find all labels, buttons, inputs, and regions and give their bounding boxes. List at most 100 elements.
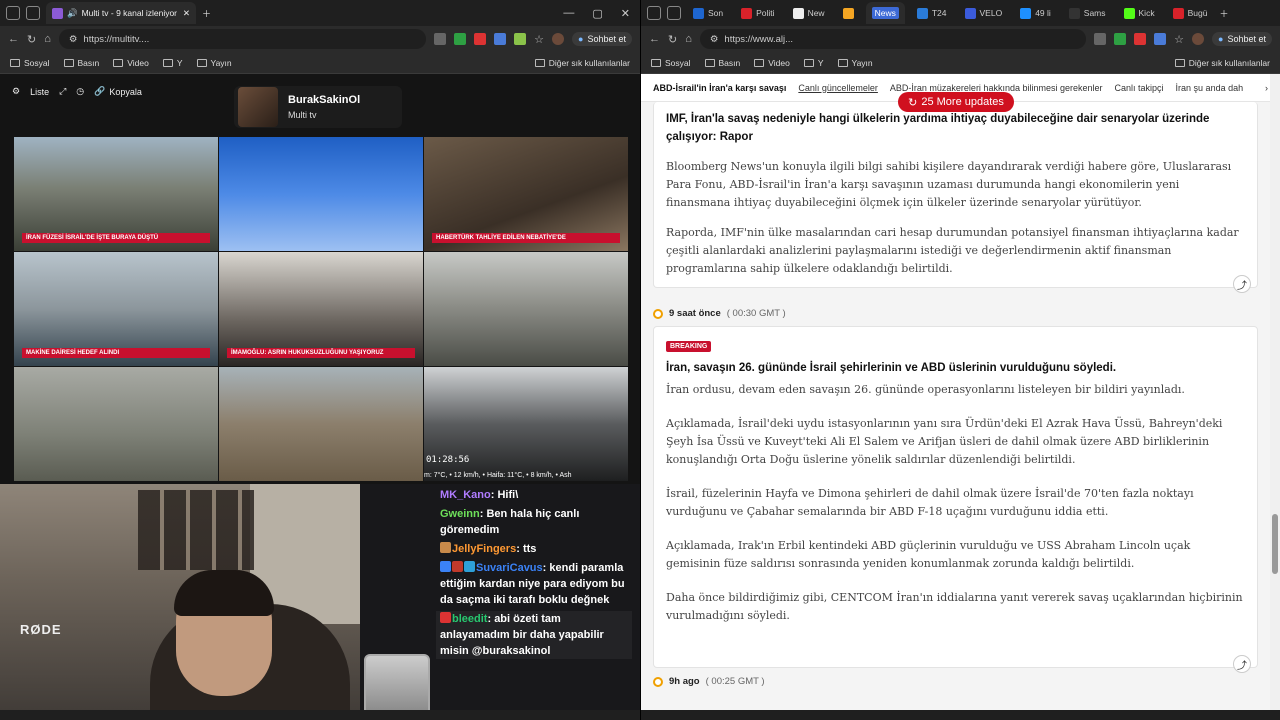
close-window-icon[interactable]: ✕ [621,7,630,20]
back-icon[interactable]: ← [649,33,660,45]
workspace-icon[interactable] [6,6,20,20]
tab-multitv[interactable]: 🔊 Multi tv - 9 kanal izleniyor ✕ [46,2,196,24]
tab-title: VELO [979,8,1003,18]
back-icon[interactable]: ← [8,33,19,45]
chevron-right-icon[interactable]: › [1265,83,1268,93]
chat-username[interactable]: MK_Kano [440,489,491,501]
scrollbar-thumb[interactable] [1272,514,1278,574]
bookmark-folder[interactable]: Video [113,58,149,68]
profile-avatar[interactable] [1192,33,1205,45]
copy-button[interactable]: 🔗 Kopyala [94,86,142,97]
browser-tab[interactable]: New [787,2,831,24]
workspace-icon[interactable] [647,6,661,20]
tab-war-coverage[interactable]: ABD-İsrail'in İran'a karşı savaşı [653,83,786,93]
streamer-profile[interactable]: BurakSakinOl Multi tv [234,86,402,128]
browser-tab[interactable]: Son [687,2,729,24]
list-button[interactable]: Liste [30,87,49,97]
tab-live-updates[interactable]: Canlı güncellemeler [798,83,878,93]
copilot-chat-button[interactable]: ● Sohbet et [572,32,632,46]
bookmark-folder[interactable]: Yayın [837,58,873,68]
bookmark-label: Video [768,57,790,68]
other-favorites[interactable]: Diğer sık kullanılanlar [534,58,630,68]
url-field[interactable]: ⚙ https://multitv.... [58,29,427,49]
tv-tile[interactable]: 01:28:56 m: 7°C, • 12 km/h, • Haifa: 11°… [424,367,628,481]
timer-icon[interactable]: ◷ [76,86,84,97]
tab-live-tracker[interactable]: Canlı takipçi [1115,83,1164,93]
address-bar-row: ← ↻ ⌂ ⚙ https://multitv.... ☆ ● Sohbet et [0,26,640,52]
site-info-icon[interactable]: ⚙ [69,34,78,45]
bookmark-folder[interactable]: Sosyal [651,58,691,68]
tab-actions-icon[interactable] [667,6,681,20]
profile-avatar[interactable] [552,33,565,45]
browser-tab[interactable]: 49 li [1014,2,1057,24]
new-tab-icon[interactable]: ＋ [202,7,211,20]
tv-tile[interactable]: İRAN FÜZESİ İSRAİL'DE İŞTE BURAYA DÜŞTÜ [14,137,218,251]
extension-icon[interactable] [474,33,487,45]
bookmark-folder[interactable]: Video [754,58,790,68]
url-field[interactable]: ⚙ https://www.alj... [699,29,1087,49]
browser-tab[interactable]: Kick [1118,2,1161,24]
bookmark-folder[interactable]: Sosyal [10,58,50,68]
home-icon[interactable]: ⌂ [685,33,692,45]
extension-icon[interactable] [434,33,447,45]
favorites-icon[interactable]: ☆ [534,33,544,46]
news-banner: MAKİNE DAİRESİ HEDEF ALINDI [22,348,210,358]
more-updates-button[interactable]: ↻ 25 More updates [898,92,1014,112]
site-favicon-icon [1123,7,1135,19]
extension-icon[interactable] [514,33,527,45]
tv-tile[interactable] [14,367,218,481]
extension-icon[interactable] [1114,33,1127,45]
bookmark-folder[interactable]: Y [803,58,824,68]
bookmark-folder[interactable]: Yayın [196,58,232,68]
site-info-icon[interactable]: ⚙ [710,34,719,45]
browser-tab[interactable]: VELO [959,2,1009,24]
copilot-chat-button[interactable]: ● Sohbet et [1212,32,1272,46]
browser-tab[interactable]: Sams [1063,2,1112,24]
share-icon[interactable]: ⤴ [1233,275,1251,293]
tab-actions-icon[interactable] [26,6,40,20]
extension-icon[interactable] [1094,33,1107,45]
chat-username[interactable]: JellyFingers [452,543,516,555]
post-headline: İran, savaşın 26. gününde İsrail şehirle… [666,362,1117,374]
share-icon[interactable]: ⤴ [1233,655,1251,673]
browser-tab[interactable]: Bugü [1167,2,1214,24]
maximize-icon[interactable]: ▢ [592,7,602,20]
tv-tile[interactable]: HABERTÜRK TAHLİYE EDİLEN NEBATİYE'DE [424,137,628,251]
extension-icon[interactable] [494,33,507,45]
tv-tile[interactable] [424,252,628,366]
extension-icon[interactable] [454,33,467,45]
browser-tab[interactable]: Politi [735,2,780,24]
reload-icon[interactable]: ↻ [27,33,36,46]
favorites-icon[interactable]: ☆ [1174,33,1184,46]
tab-iran-now[interactable]: İran şu anda dah [1176,83,1244,93]
chat-username[interactable]: SuvariCavus [476,562,543,574]
horizontal-scrollbar[interactable] [641,710,1280,720]
horizontal-scrollbar[interactable] [0,710,640,720]
new-tab-icon[interactable]: ＋ [1219,7,1228,20]
bookmark-folder[interactable]: Basın [63,58,99,68]
chat-username[interactable]: bleedit [452,613,487,625]
chat-username[interactable]: Gweinn [440,508,480,520]
other-favorites[interactable]: Diğer sık kullanılanlar [1174,58,1270,68]
fullscreen-icon[interactable]: ⤢ [59,86,66,97]
breaking-badge: BREAKING [666,341,712,352]
bookmark-folder[interactable]: Y [162,58,183,68]
tv-tile[interactable] [219,367,423,481]
extension-icon[interactable] [1154,33,1167,45]
tv-tile[interactable]: İMAMOĞLU: ASRIN HUKUKSUZLUĞUNU YAŞIYORUZ [219,252,423,366]
vertical-scrollbar[interactable] [1270,74,1280,710]
tv-tile[interactable]: MAKİNE DAİRESİ HEDEF ALINDI [14,252,218,366]
extension-icon[interactable] [1134,33,1147,45]
browser-tab[interactable] [837,2,860,24]
reload-icon[interactable]: ↻ [668,33,677,46]
home-icon[interactable]: ⌂ [44,33,51,45]
tv-tile[interactable] [219,137,423,251]
speaker-icon[interactable]: 🔊 [67,8,78,19]
minimize-icon[interactable]: — [563,7,574,20]
browser-tab[interactable]: T24 [911,2,953,24]
bookmark-folder[interactable]: Basın [704,58,740,68]
browser-tab-active[interactable]: News [865,2,905,24]
close-tab-icon[interactable]: ✕ [183,8,190,19]
settings-icon[interactable]: ⚙ [12,86,20,97]
tab-negotiations[interactable]: ABD-İran müzakereleri hakkında bilinmesi… [890,83,1103,93]
